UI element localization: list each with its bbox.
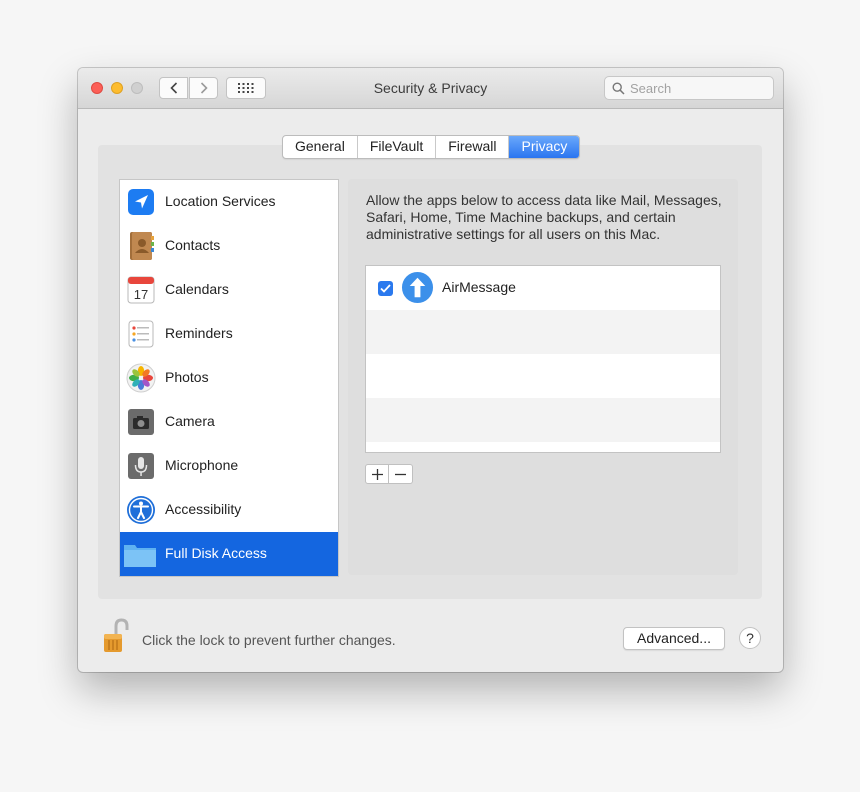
preference-tabs: General FileVault Firewall Privacy [282, 135, 581, 159]
add-app-button[interactable] [365, 464, 389, 484]
sidebar-item-calendars[interactable]: 17 Calendars [120, 268, 338, 312]
photos-flower-icon [126, 363, 156, 393]
sidebar-item-label: Full Disk Access [165, 545, 267, 561]
sidebar-item-label: Photos [165, 369, 209, 385]
app-name: AirMessage [442, 279, 516, 295]
sidebar-item-reminders[interactable]: Reminders [120, 312, 338, 356]
sidebar-item-microphone[interactable]: Microphone [120, 444, 338, 488]
tab-filevault[interactable]: FileVault [358, 136, 437, 158]
app-list: AirMessage [365, 265, 721, 453]
folder-icon [124, 545, 156, 567]
app-row-airmessage[interactable]: AirMessage [366, 266, 720, 310]
tab-general[interactable]: General [283, 136, 358, 158]
search-icon [612, 82, 625, 95]
tab-firewall[interactable]: Firewall [436, 136, 510, 158]
minus-icon [395, 473, 406, 475]
system-preferences-window: Security & Privacy Search Location Servi… [78, 68, 783, 672]
empty-row [366, 398, 720, 442]
search-field[interactable]: Search [604, 76, 774, 100]
access-description: Allow the apps below to access data like… [366, 192, 722, 242]
sidebar-item-location-services[interactable]: Location Services [120, 180, 338, 224]
sidebar-item-camera[interactable]: Camera [120, 400, 338, 444]
search-placeholder: Search [630, 81, 672, 96]
privacy-services-list: Location Services Contacts 17 Calendars … [119, 179, 339, 577]
camera-icon [128, 409, 154, 435]
lock-status-text: Click the lock to prevent further change… [142, 632, 396, 648]
sidebar-item-label: Accessibility [165, 501, 242, 517]
airmessage-arrow-icon [401, 271, 434, 304]
advanced-button[interactable]: Advanced... [623, 627, 725, 650]
contacts-book-icon [130, 232, 154, 260]
sidebar-item-label: Microphone [165, 457, 239, 473]
microphone-icon [128, 453, 154, 479]
accessibility-icon [127, 496, 155, 524]
app-enabled-checkbox[interactable] [378, 281, 393, 296]
location-arrow-icon [128, 189, 154, 215]
remove-app-button[interactable] [389, 464, 413, 484]
access-detail-panel: Allow the apps below to access data like… [348, 179, 738, 575]
calendar-icon: 17 [127, 276, 155, 304]
titlebar: Security & Privacy Search [78, 68, 783, 109]
main-panel: Location Services Contacts 17 Calendars … [98, 145, 762, 599]
sidebar-item-label: Calendars [165, 281, 229, 297]
help-button[interactable]: ? [739, 627, 761, 649]
sidebar-item-accessibility[interactable]: Accessibility [120, 488, 338, 532]
sidebar-item-label: Camera [165, 413, 215, 429]
sidebar-item-label: Location Services [165, 193, 276, 209]
empty-row [366, 354, 720, 398]
sidebar-item-label: Contacts [165, 237, 221, 253]
add-remove-buttons [365, 464, 413, 484]
tab-privacy[interactable]: Privacy [509, 136, 580, 158]
sidebar-item-label: Reminders [165, 325, 233, 341]
calendar-day-text: 17 [134, 287, 148, 302]
unlocked-lock-icon[interactable] [103, 618, 129, 654]
sidebar-item-contacts[interactable]: Contacts [120, 224, 338, 268]
reminders-list-icon [128, 320, 154, 348]
plus-icon [371, 468, 383, 480]
checkmark-icon [380, 284, 391, 293]
sidebar-item-full-disk-access[interactable]: Full Disk Access [120, 532, 338, 576]
empty-row [366, 310, 720, 354]
sidebar-item-photos[interactable]: Photos [120, 356, 338, 400]
